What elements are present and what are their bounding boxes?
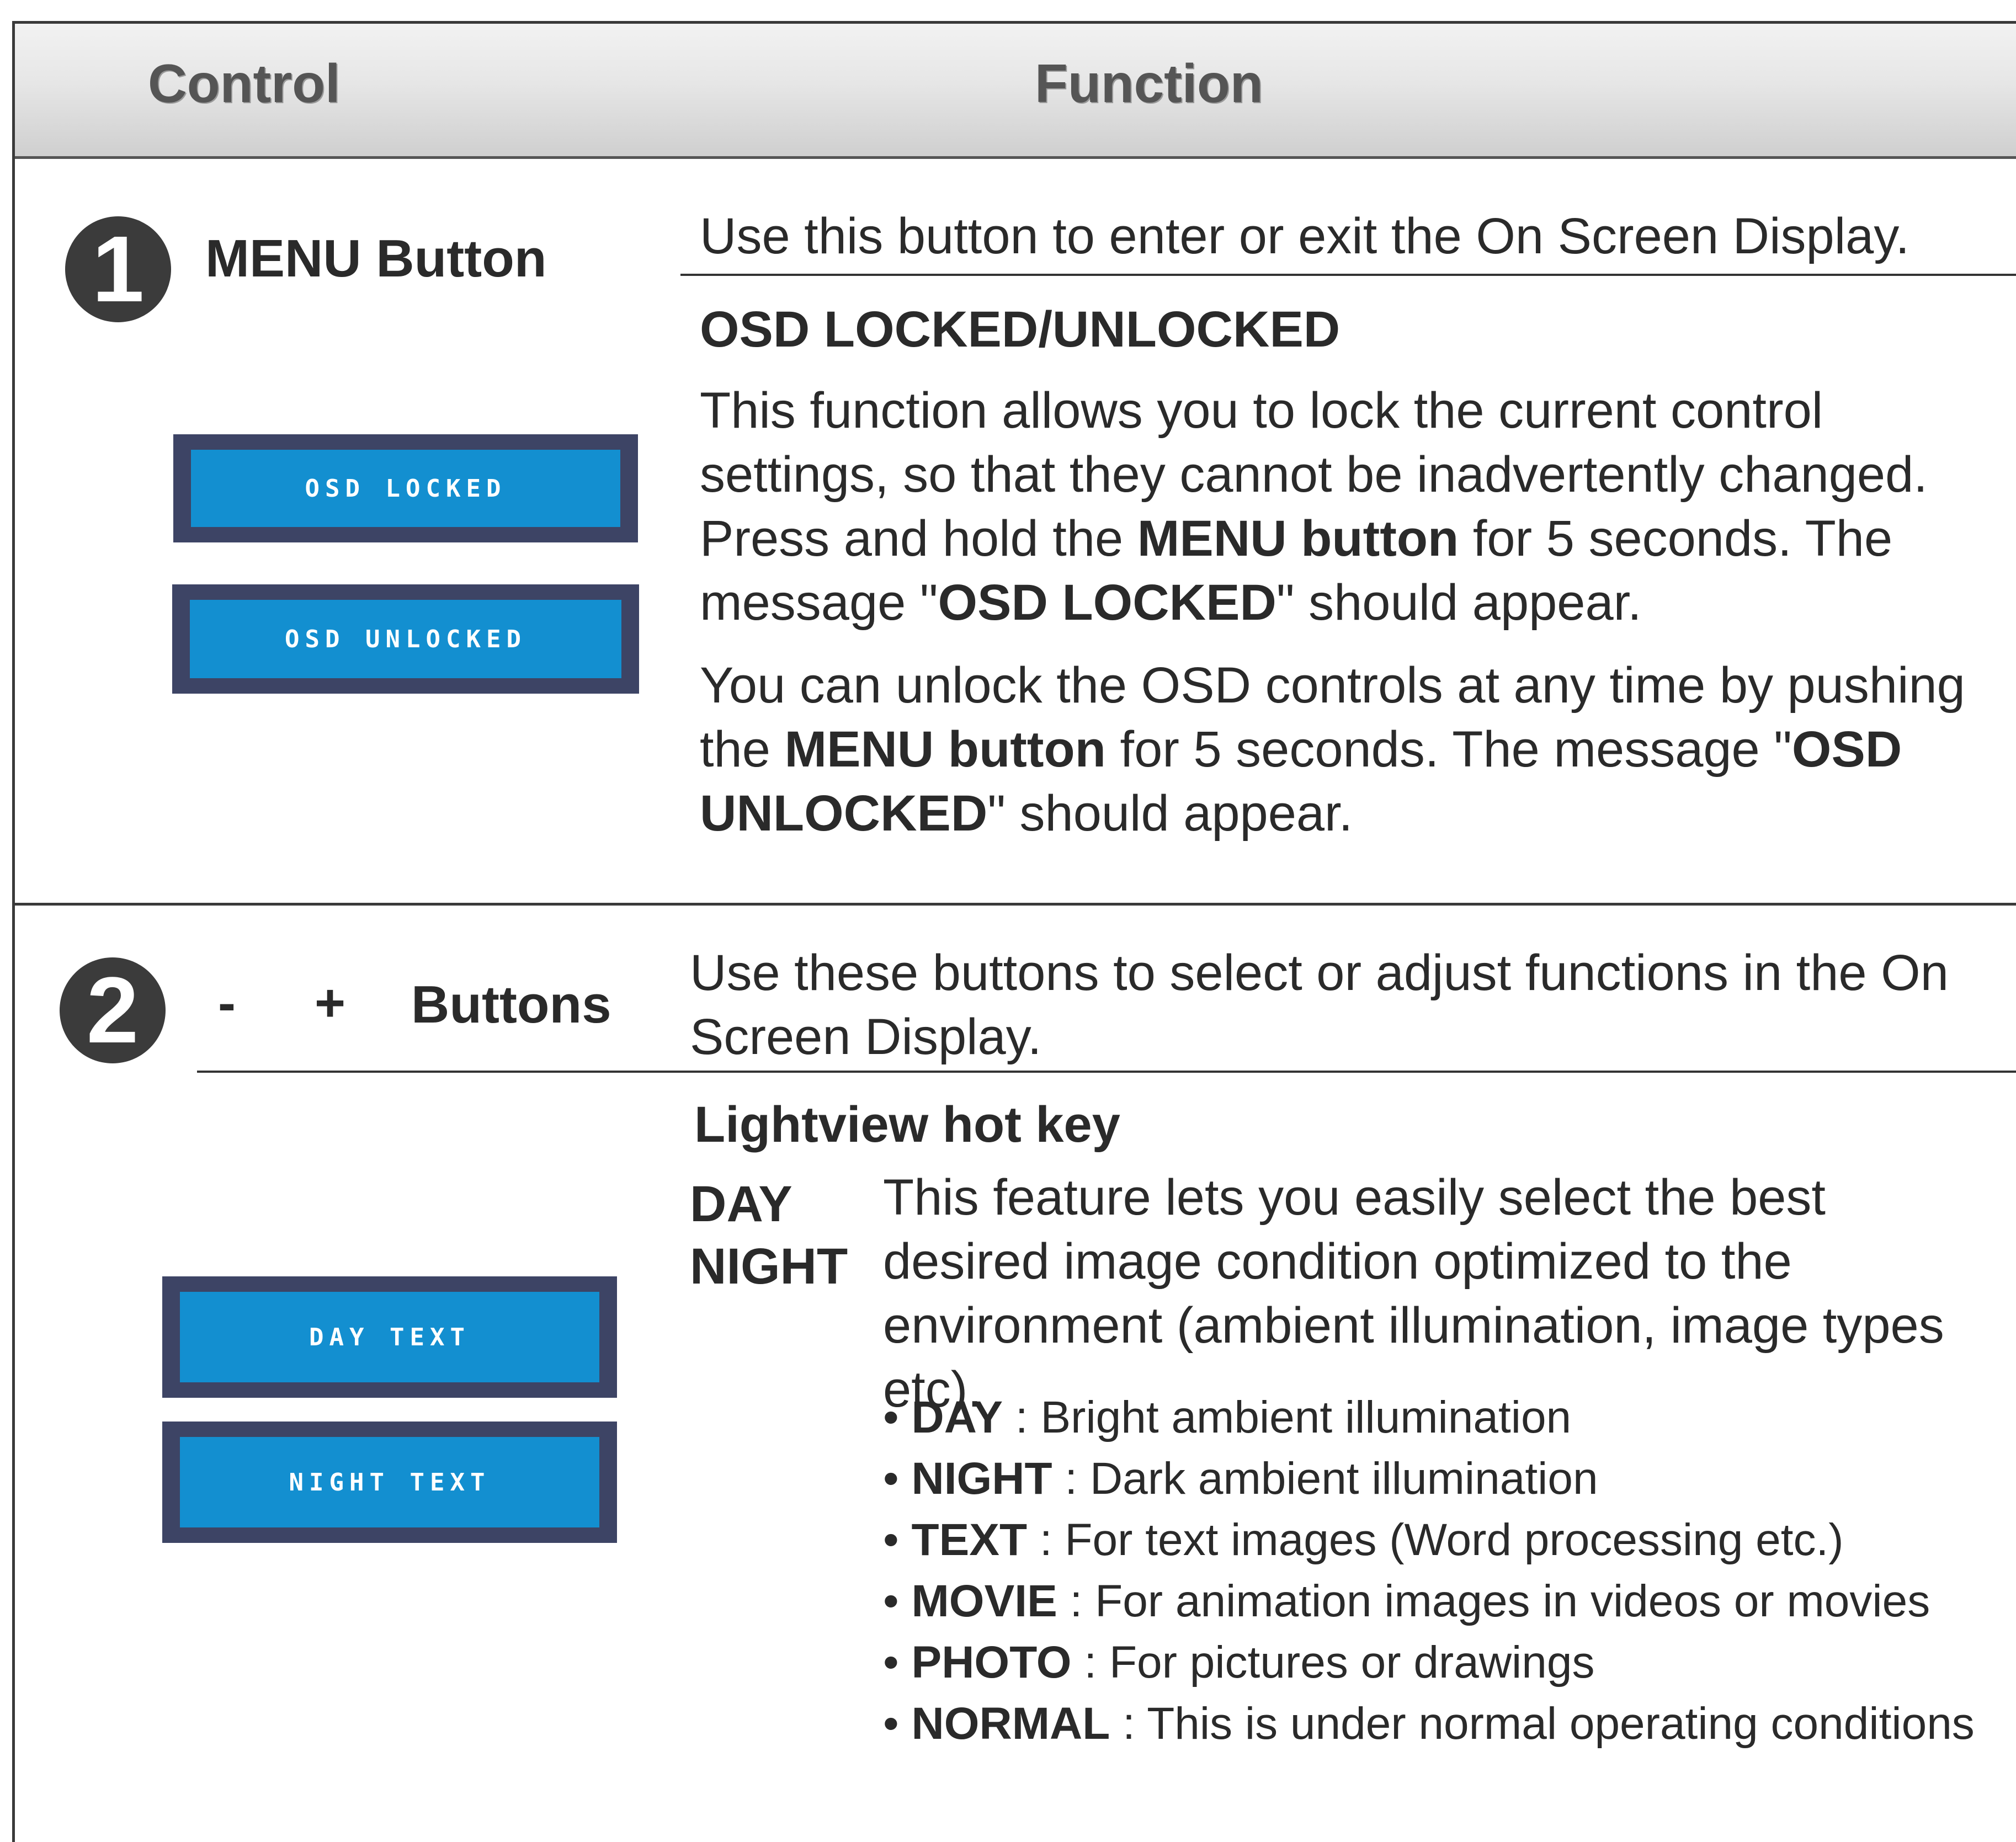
osd-lock-heading: OSD LOCKED/UNLOCKED [700,301,1341,358]
osd-locked-text: OSD LOCKED [191,450,620,527]
step-2-badge: 2 [60,957,166,1063]
menu-button-label: MENU Button [205,229,547,288]
osd-day-text: DAY TEXT [180,1292,599,1382]
osd-night-text: NIGHT TEXT [180,1437,599,1527]
osd-locked-screen: OSD LOCKED [173,434,638,542]
osd-night-screen: NIGHT TEXT [162,1422,617,1543]
list-item: • TEXT : For text images (Word processin… [883,1515,1844,1565]
list-item: • PHOTO : For pictures or drawings [883,1637,1595,1687]
row-separator [15,903,2016,906]
row1-divider [680,274,2016,276]
osd-day-screen: DAY TEXT [162,1276,617,1398]
plus-button-symbol: + [315,973,346,1032]
row2-divider [197,1071,2016,1073]
lightview-heading: Lightview hot key [694,1096,1120,1153]
lightview-mode-list: • DAY : Bright ambient illumination • NI… [883,1387,1975,1754]
buttons-intro: Use these buttons to select or adjust fu… [690,945,1949,1065]
list-item: • NIGHT : Dark ambient illumination [883,1454,1598,1504]
mode-day-label: DAY [690,1176,792,1232]
header-function: Function [1035,53,1263,114]
osd-unlocked-text: OSD UNLOCKED [190,600,621,678]
menu-intro: Use this button to enter or exit the On … [700,208,1910,264]
osd-lock-paragraph: This function allows you to lock the cur… [700,382,1928,631]
list-item: • NORMAL : This is under normal operatin… [883,1699,1975,1749]
lightview-description: This feature lets you easily select the … [883,1169,1944,1418]
list-item: • MOVIE : For animation images in videos… [883,1576,1930,1626]
step-1-badge: 1 [65,216,171,322]
osd-unlock-paragraph: You can unlock the OSD controls at any t… [700,657,1965,842]
mode-night-label: NIGHT [690,1238,848,1295]
header-control: Control [148,53,341,114]
buttons-label: Buttons [411,975,611,1034]
list-item: • DAY : Bright ambient illumination [883,1392,1572,1442]
minus-button-symbol: - [218,973,236,1032]
osd-unlocked-screen: OSD UNLOCKED [172,584,639,694]
